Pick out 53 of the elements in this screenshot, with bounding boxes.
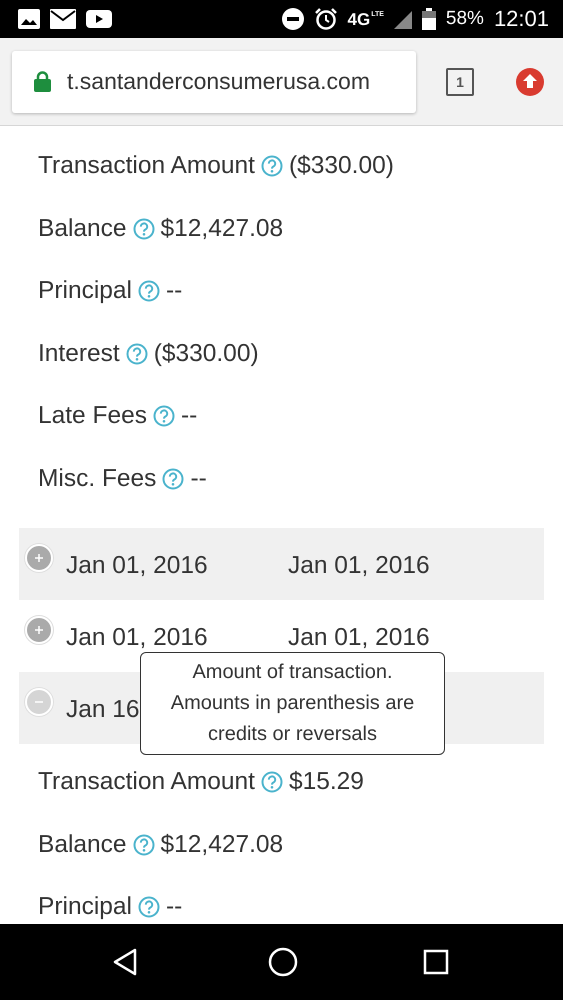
detail-label: Balance <box>38 830 127 859</box>
help-icon[interactable] <box>260 771 283 794</box>
detail-label: Late Fees <box>38 402 147 430</box>
help-icon[interactable] <box>152 405 175 428</box>
mail-icon <box>50 9 76 29</box>
transaction-date: Jan 16 <box>66 696 140 724</box>
network-type: 4G <box>348 10 370 28</box>
collapse-icon[interactable] <box>24 687 54 717</box>
play-icon <box>86 10 112 28</box>
image-icon <box>18 9 40 29</box>
help-icon[interactable] <box>126 342 148 365</box>
detail-label: Misc. Fees <box>38 464 156 493</box>
detail-label: Principal <box>38 277 132 306</box>
home-icon[interactable] <box>268 947 298 977</box>
transaction-date: Jan 01, 2016 <box>288 552 430 580</box>
detail-value: -- <box>166 893 182 922</box>
detail-value: ($330.00) <box>154 340 259 368</box>
recents-icon[interactable] <box>423 949 449 975</box>
battery-percent: 58% <box>446 8 484 30</box>
help-icon[interactable] <box>132 218 155 240</box>
signal-icon <box>394 9 412 29</box>
expand-icon[interactable] <box>24 543 54 573</box>
detail-value: $12,427.08 <box>160 830 284 859</box>
do-not-disturb-icon <box>282 8 304 30</box>
clock: 12:01 <box>494 6 549 32</box>
upload-icon[interactable] <box>515 66 545 96</box>
expand-icon[interactable] <box>24 615 54 645</box>
address-bar[interactable]: t.santanderconsumerusa.com <box>12 50 416 112</box>
transaction-date: Jan 01, 2016 <box>288 624 430 652</box>
transaction-date: Jan 01, 2016 <box>66 552 208 580</box>
detail-value: ($330.00) <box>288 152 394 180</box>
battery-icon <box>422 8 436 30</box>
tooltip: Amount of transaction. Amounts in parenthesis are credits or reversals <box>140 652 445 755</box>
back-icon[interactable] <box>112 947 138 977</box>
detail-label: Transaction Amount <box>38 152 255 180</box>
transaction-date: Jan 01, 2016 <box>66 624 208 652</box>
alarm-icon <box>314 7 338 31</box>
detail-value: -- <box>166 277 182 306</box>
help-icon[interactable] <box>162 468 184 490</box>
detail-value: $12,427.08 <box>160 214 284 243</box>
tab-count-button[interactable]: 1 <box>446 68 474 96</box>
detail-label: Transaction Amount <box>38 768 255 796</box>
detail-label: Balance <box>38 214 127 243</box>
help-icon[interactable] <box>138 280 160 302</box>
detail-label: Interest <box>38 340 120 368</box>
detail-value: -- <box>180 402 198 430</box>
lock-icon <box>34 71 51 92</box>
detail-value: $15.29 <box>288 768 364 796</box>
help-icon[interactable] <box>132 834 155 856</box>
detail-label: Principal <box>38 893 132 922</box>
detail-value: -- <box>190 464 207 493</box>
help-icon[interactable] <box>260 155 283 178</box>
help-icon[interactable] <box>138 896 160 918</box>
